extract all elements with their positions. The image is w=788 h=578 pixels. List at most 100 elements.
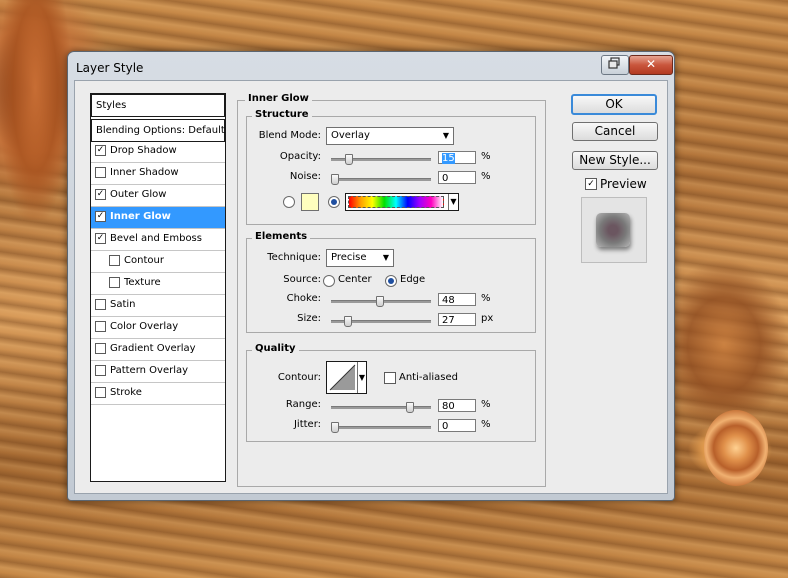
size-label: Size: (297, 313, 321, 324)
style-item-label: Outer Glow (110, 189, 167, 200)
source-label: Source: (283, 274, 321, 285)
styles-header[interactable]: Styles (91, 94, 225, 117)
gradient-radio[interactable] (328, 196, 340, 208)
cancel-button[interactable]: Cancel (572, 122, 658, 141)
opacity-slider-thumb[interactable] (345, 154, 354, 165)
choke-input[interactable]: 48 (438, 293, 476, 306)
style-item-checkbox[interactable] (109, 277, 120, 288)
close-button[interactable]: ✕ (629, 55, 673, 75)
restore-icon (602, 57, 628, 72)
style-item-stroke[interactable]: Stroke (91, 383, 225, 405)
noise-label: Noise: (289, 171, 321, 182)
chevron-down-icon[interactable]: ▼ (357, 362, 366, 393)
style-item-bevel-and-emboss[interactable]: ✓ Bevel and Emboss (91, 229, 225, 251)
restore-button[interactable] (601, 55, 629, 75)
style-item-label: Inner Glow (110, 211, 171, 222)
style-item-inner-glow[interactable]: ✓ Inner Glow (91, 207, 225, 229)
anti-aliased-label: Anti-aliased (399, 372, 459, 383)
choke-label: Choke: (286, 293, 321, 304)
inner-glow-title: Inner Glow (245, 93, 312, 104)
style-item-checkbox[interactable] (95, 299, 106, 310)
chevron-down-icon[interactable]: ▼ (448, 194, 458, 210)
style-item-checkbox[interactable] (95, 321, 106, 332)
anti-aliased-checkbox[interactable] (384, 372, 396, 384)
glow-color-swatch[interactable] (301, 193, 319, 211)
style-item-label: Texture (124, 277, 161, 288)
source-center-radio[interactable] (323, 275, 335, 287)
opacity-slider[interactable] (331, 154, 431, 165)
style-item-outer-glow[interactable]: ✓ Outer Glow (91, 185, 225, 207)
gradient-picker[interactable]: ▼ (345, 193, 459, 211)
style-preview (581, 197, 647, 263)
blend-mode-value: Overlay (331, 130, 370, 141)
preview-checkbox[interactable]: ✓ (585, 178, 597, 190)
choke-unit: % (481, 293, 491, 304)
layer-style-dialog: Layer Style ✕ Styles Blending Options: D… (67, 51, 675, 501)
style-item-satin[interactable]: Satin (91, 295, 225, 317)
glow-color-fill (302, 194, 318, 210)
size-unit: px (481, 313, 494, 324)
noise-input[interactable]: 0 (438, 171, 476, 184)
jitter-input[interactable]: 0 (438, 419, 476, 432)
range-unit: % (481, 399, 491, 410)
contour-label: Contour: (277, 372, 321, 383)
style-item-checkbox[interactable]: ✓ (95, 211, 106, 222)
chevron-down-icon: ▼ (382, 253, 389, 262)
technique-label: Technique: (267, 252, 321, 263)
jitter-slider[interactable] (331, 422, 431, 433)
range-label: Range: (285, 399, 321, 410)
noise-slider-thumb[interactable] (331, 174, 339, 185)
style-item-label: Bevel and Emboss (110, 233, 202, 244)
style-item-checkbox[interactable] (95, 343, 106, 354)
background-wood-decoration (0, 0, 70, 220)
new-style-button[interactable]: New Style... (572, 151, 658, 170)
range-slider-thumb[interactable] (406, 402, 415, 413)
jitter-slider-thumb[interactable] (331, 422, 339, 433)
blend-mode-select[interactable]: Overlay ▼ (326, 127, 454, 145)
source-edge-radio[interactable] (385, 275, 397, 287)
styles-header-label: Styles (96, 100, 127, 111)
style-item-checkbox[interactable] (95, 167, 106, 178)
style-item-contour[interactable]: Contour (91, 251, 225, 273)
style-item-gradient-overlay[interactable]: Gradient Overlay (91, 339, 225, 361)
size-slider[interactable] (331, 316, 431, 327)
jitter-label: Jitter: (293, 419, 321, 430)
style-item-checkbox[interactable]: ✓ (95, 145, 106, 156)
style-item-inner-shadow[interactable]: Inner Shadow (91, 163, 225, 185)
opacity-input[interactable]: 15 (438, 151, 476, 164)
technique-select[interactable]: Precise ▼ (326, 249, 394, 267)
style-item-pattern-overlay[interactable]: Pattern Overlay (91, 361, 225, 383)
style-item-checkbox[interactable]: ✓ (95, 189, 106, 200)
choke-slider-thumb[interactable] (376, 296, 385, 307)
opacity-unit: % (481, 151, 491, 162)
range-input[interactable]: 80 (438, 399, 476, 412)
contour-linear-icon (329, 364, 356, 391)
technique-value: Precise (331, 252, 367, 263)
size-input[interactable]: 27 (438, 313, 476, 326)
style-item-texture[interactable]: Texture (91, 273, 225, 295)
noise-slider[interactable] (331, 174, 431, 185)
style-item-checkbox[interactable]: ✓ (95, 233, 106, 244)
blending-options-label: Blending Options: Default (96, 125, 225, 136)
ok-button[interactable]: OK (571, 94, 657, 115)
style-item-checkbox[interactable] (95, 365, 106, 376)
gradient-preview (348, 196, 444, 208)
style-item-checkbox[interactable] (95, 387, 106, 398)
style-item-checkbox[interactable] (109, 255, 120, 266)
source-edge-label: Edge (400, 274, 426, 285)
background-wood-decoration (660, 260, 788, 430)
source-center-label: Center (338, 274, 372, 285)
blending-options-row[interactable]: Blending Options: Default (91, 119, 225, 142)
contour-picker[interactable]: ▼ (326, 361, 367, 394)
choke-slider[interactable] (331, 296, 431, 307)
window-title: Layer Style (76, 61, 144, 75)
preview-swatch (596, 213, 630, 247)
style-item-color-overlay[interactable]: Color Overlay (91, 317, 225, 339)
background-wood-knot (704, 410, 768, 486)
size-slider-thumb[interactable] (344, 316, 352, 327)
noise-unit: % (481, 171, 491, 182)
style-item-drop-shadow[interactable]: ✓ Drop Shadow (91, 141, 225, 163)
range-slider[interactable] (331, 402, 431, 413)
solid-color-radio[interactable] (283, 196, 295, 208)
style-item-label: Gradient Overlay (110, 343, 196, 354)
